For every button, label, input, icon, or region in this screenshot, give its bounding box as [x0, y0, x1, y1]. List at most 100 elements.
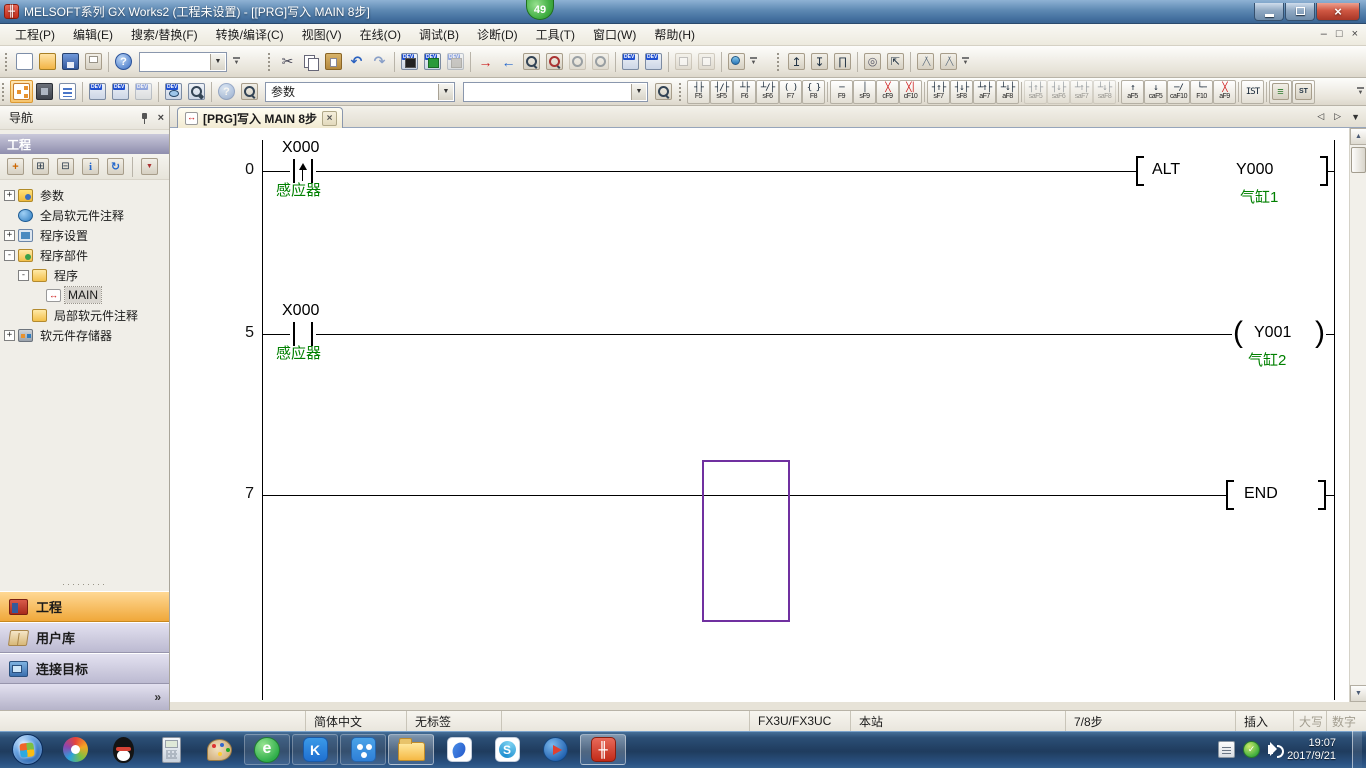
tree-item-program-setting[interactable]: +程序设置	[0, 225, 169, 245]
explorer-taskbar-button[interactable]	[388, 734, 434, 765]
restore-button[interactable]	[1285, 3, 1315, 21]
rung-up-button[interactable]	[785, 50, 808, 73]
ladder-key-F6-button[interactable]: ┴├F6	[733, 80, 756, 104]
volume-icon[interactable]	[1268, 745, 1273, 754]
ladder-key-aF5-button[interactable]: ↑aF5	[1121, 80, 1144, 104]
item-info-button[interactable]	[79, 155, 102, 178]
mdi-minimize-button[interactable]: –	[1321, 27, 1327, 41]
outline-button[interactable]	[56, 80, 79, 103]
find-device-b-button[interactable]	[543, 50, 566, 73]
menu-item[interactable]: 编辑(E)	[64, 24, 122, 45]
ladder-key-F8-button[interactable]: { }F8	[802, 80, 825, 104]
tray-expand-icon[interactable]	[1194, 742, 1210, 758]
ime-indicator-icon[interactable]	[1218, 741, 1235, 758]
toolbar-grip[interactable]	[777, 53, 781, 71]
ladder-key-cF9-button[interactable]: ╳cF9	[876, 80, 899, 104]
open-button[interactable]	[36, 50, 59, 73]
ladder-key-F9-button[interactable]: ─F9	[830, 80, 853, 104]
user-library-button[interactable]: 用户库	[0, 622, 169, 653]
plc-read-button[interactable]	[421, 50, 444, 73]
zoom-jump-button[interactable]	[884, 50, 907, 73]
menu-item[interactable]: 调试(B)	[410, 24, 468, 45]
item-copy-button[interactable]	[29, 155, 52, 178]
ladder-key-F7-button[interactable]: ( )F7	[779, 80, 802, 104]
ladder-key-sF8-button[interactable]: ┤↓├sF8	[950, 80, 973, 104]
baidu-pan-taskbar-button[interactable]	[340, 734, 386, 765]
tab-scroll-left-button[interactable]: ◁	[1317, 111, 1324, 122]
device-combo[interactable]: 参数 ▼	[265, 82, 455, 102]
toolbar-overflow-button[interactable]: ▼	[960, 51, 971, 73]
ladder-key-F10-button[interactable]: └─F10	[1190, 80, 1213, 104]
tree-item-main[interactable]: MAIN	[0, 285, 169, 305]
help-button[interactable]	[112, 50, 135, 73]
toolbar-grip[interactable]	[268, 53, 272, 71]
quick-access-combo[interactable]: ▼	[139, 52, 227, 72]
menu-item[interactable]: 在线(O)	[351, 24, 410, 45]
toolbar-overflow-button[interactable]: ▼	[1355, 81, 1366, 103]
chevron-down-icon[interactable]: ▼	[210, 54, 225, 70]
tree-item-program[interactable]: -程序	[0, 265, 169, 285]
show-desktop-button[interactable]	[1352, 731, 1362, 768]
ladder-key-sF7-button[interactable]: ┤↑├sF7	[927, 80, 950, 104]
menu-item[interactable]: 转换/编译(C)	[207, 24, 293, 45]
tree-item-parameter[interactable]: +参数	[0, 185, 169, 205]
expand-toggle[interactable]: +	[4, 230, 15, 241]
ladder-edit-b-button[interactable]	[937, 50, 960, 73]
ladder-edit-a-button[interactable]	[914, 50, 937, 73]
find-combo[interactable]: ▼	[463, 82, 648, 102]
chevron-down-icon[interactable]: ▼	[438, 84, 453, 100]
toolbar-overflow-button[interactable]: ▼	[231, 51, 242, 73]
copy-button[interactable]	[299, 50, 322, 73]
dev-search-button[interactable]	[185, 80, 208, 103]
undo-button[interactable]	[345, 50, 368, 73]
toolbar-grip[interactable]	[2, 83, 6, 101]
expand-toggle[interactable]: +	[4, 190, 15, 201]
ladder-key-aF9-button[interactable]: ╳aF9	[1213, 80, 1236, 104]
safety-shield-icon[interactable]	[1243, 741, 1260, 758]
item-refresh-button[interactable]	[104, 155, 127, 178]
toolbar-overflow-button[interactable]: ▼	[748, 51, 759, 73]
online-read-button[interactable]	[497, 50, 520, 73]
paint-taskbar-button[interactable]	[196, 734, 242, 765]
ladder-key-F5-button[interactable]: ┤├F5	[687, 80, 710, 104]
comment-edit-button[interactable]	[1269, 80, 1292, 104]
tree-item-device-memory[interactable]: +软元件存储器	[0, 325, 169, 345]
online-write-button[interactable]	[474, 50, 497, 73]
item-paste-button[interactable]	[54, 155, 77, 178]
dev-comment-b-button[interactable]	[642, 50, 665, 73]
vertical-scrollbar[interactable]: ▲ ▼	[1349, 128, 1366, 702]
edit-cursor[interactable]	[702, 460, 790, 622]
redo-button[interactable]	[368, 50, 391, 73]
save-button[interactable]	[59, 50, 82, 73]
cross-ref-button[interactable]	[238, 80, 261, 103]
menu-item[interactable]: 诊断(D)	[468, 24, 527, 45]
cut-button[interactable]	[276, 50, 299, 73]
item-new-button[interactable]	[4, 155, 27, 178]
find-device-a-button[interactable]	[520, 50, 543, 73]
scroll-up-button[interactable]: ▲	[1350, 128, 1366, 145]
gx-works2-taskbar-button[interactable]	[580, 734, 626, 765]
plc-write-button[interactable]	[398, 50, 421, 73]
scrollbar-thumb[interactable]	[1351, 147, 1366, 173]
panel-close-button[interactable]: ×	[158, 112, 164, 124]
menu-item[interactable]: 帮助(H)	[645, 24, 704, 45]
media-app-taskbar-button[interactable]	[532, 734, 578, 765]
close-button[interactable]: ×	[1316, 3, 1360, 21]
ladder-key-sF9-button[interactable]: │sF9	[853, 80, 876, 104]
new-button[interactable]	[13, 50, 36, 73]
ladder-key-caF5-button[interactable]: ↓caF5	[1144, 80, 1167, 104]
kugou-taskbar-button[interactable]	[292, 734, 338, 765]
monitor-mode-button[interactable]	[725, 50, 748, 73]
mdi-close-button[interactable]: ×	[1352, 27, 1358, 41]
pulse-conv-button[interactable]	[831, 50, 854, 73]
ladder-key-cF10-button[interactable]: ╳│cF10	[899, 80, 922, 104]
tree-item-pou[interactable]: -程序部件	[0, 245, 169, 265]
qq-taskbar-button[interactable]	[100, 734, 146, 765]
panel-splitter[interactable]: ·········	[0, 580, 169, 591]
project-button[interactable]: 工程	[0, 591, 169, 622]
ladder-key-sF5-button[interactable]: ┤/├sF5	[710, 80, 733, 104]
item-filter-button[interactable]	[138, 155, 161, 178]
mdi-restore-button[interactable]: □	[1336, 27, 1343, 41]
menu-item[interactable]: 视图(V)	[293, 24, 351, 45]
tree-item-global-comment[interactable]: 全局软元件注释	[0, 205, 169, 225]
